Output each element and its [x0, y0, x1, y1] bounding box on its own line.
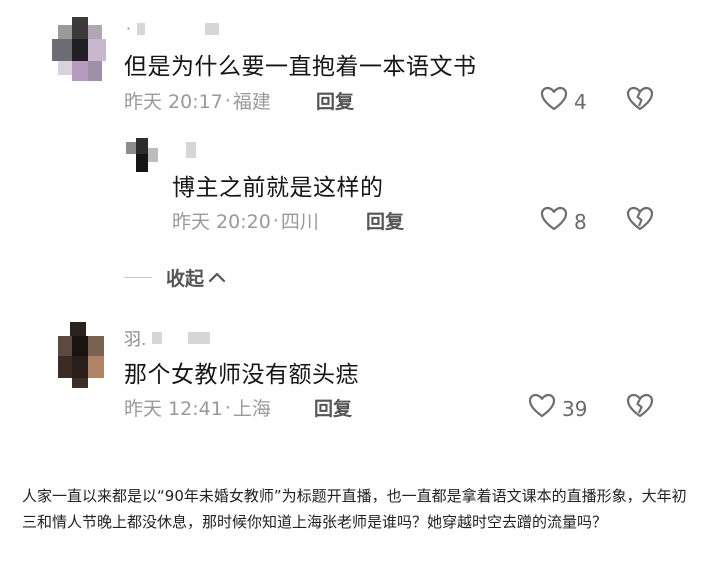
- comment-time: 昨天 20:20: [172, 211, 271, 233]
- blurred-username: [188, 331, 211, 344]
- like-count: 39: [562, 396, 588, 421]
- comment-username[interactable]: ·: [126, 20, 219, 38]
- comment-text: 那个女教师没有额头痣: [124, 362, 359, 388]
- comment-time: 昨天 20:17: [124, 91, 223, 113]
- heart-outline-icon: [540, 206, 568, 237]
- username-text: ·: [126, 20, 131, 38]
- dislike-button[interactable]: [626, 86, 654, 116]
- meta-separator: ·: [272, 209, 279, 232]
- broken-heart-icon: [626, 393, 654, 423]
- comment-username[interactable]: 羽.: [124, 325, 211, 350]
- dislike-button[interactable]: [626, 393, 654, 423]
- dislike-button[interactable]: [626, 206, 654, 236]
- avatar[interactable]: [50, 17, 108, 83]
- avatar[interactable]: [56, 322, 106, 388]
- comment-location: 四川: [280, 211, 319, 233]
- broken-heart-icon: [626, 206, 654, 236]
- avatar[interactable]: [122, 138, 160, 174]
- comment-text: 但是为什么要一直抱着一本语文书: [124, 54, 477, 80]
- article-paragraph: 人家一直以来都是以“90年未婚女教师”为标题开直播，也一直都是拿着语文课本的直播…: [22, 487, 687, 531]
- comment-text: 博主之前就是这样的: [172, 175, 384, 201]
- like-count: 4: [574, 89, 587, 114]
- blurred-username: [152, 331, 163, 344]
- collapse-replies-button[interactable]: 收起: [124, 264, 226, 291]
- collapse-label: 收起: [166, 268, 205, 290]
- meta-separator: ·: [224, 89, 231, 112]
- comment-meta: 昨天 20:20 · 四川: [172, 207, 319, 234]
- like-button[interactable]: 39: [528, 393, 587, 424]
- like-count: 8: [574, 209, 587, 234]
- reply-button[interactable]: 回复: [314, 394, 352, 421]
- blurred-username: [136, 23, 145, 35]
- comment-username[interactable]: [180, 142, 196, 158]
- comment-time: 昨天 12:41: [124, 398, 223, 420]
- like-button[interactable]: 8: [540, 206, 587, 237]
- comment-location: 福建: [232, 91, 271, 113]
- divider-line: [124, 277, 152, 278]
- comment-meta: 昨天 20:17 · 福建: [124, 87, 271, 114]
- comment-meta: 昨天 12:41 · 上海: [124, 394, 271, 421]
- reply-button[interactable]: 回复: [366, 207, 404, 234]
- like-button[interactable]: 4: [540, 86, 587, 117]
- meta-separator: ·: [224, 396, 231, 419]
- username-text: 羽.: [124, 330, 147, 350]
- blurred-username: [204, 23, 219, 35]
- heart-outline-icon: [528, 393, 556, 424]
- broken-heart-icon: [626, 86, 654, 116]
- chevron-up-icon: [208, 267, 226, 289]
- blurred-username: [186, 142, 196, 158]
- reply-button[interactable]: 回复: [316, 87, 354, 114]
- comment-location: 上海: [232, 398, 271, 420]
- heart-outline-icon: [540, 86, 568, 117]
